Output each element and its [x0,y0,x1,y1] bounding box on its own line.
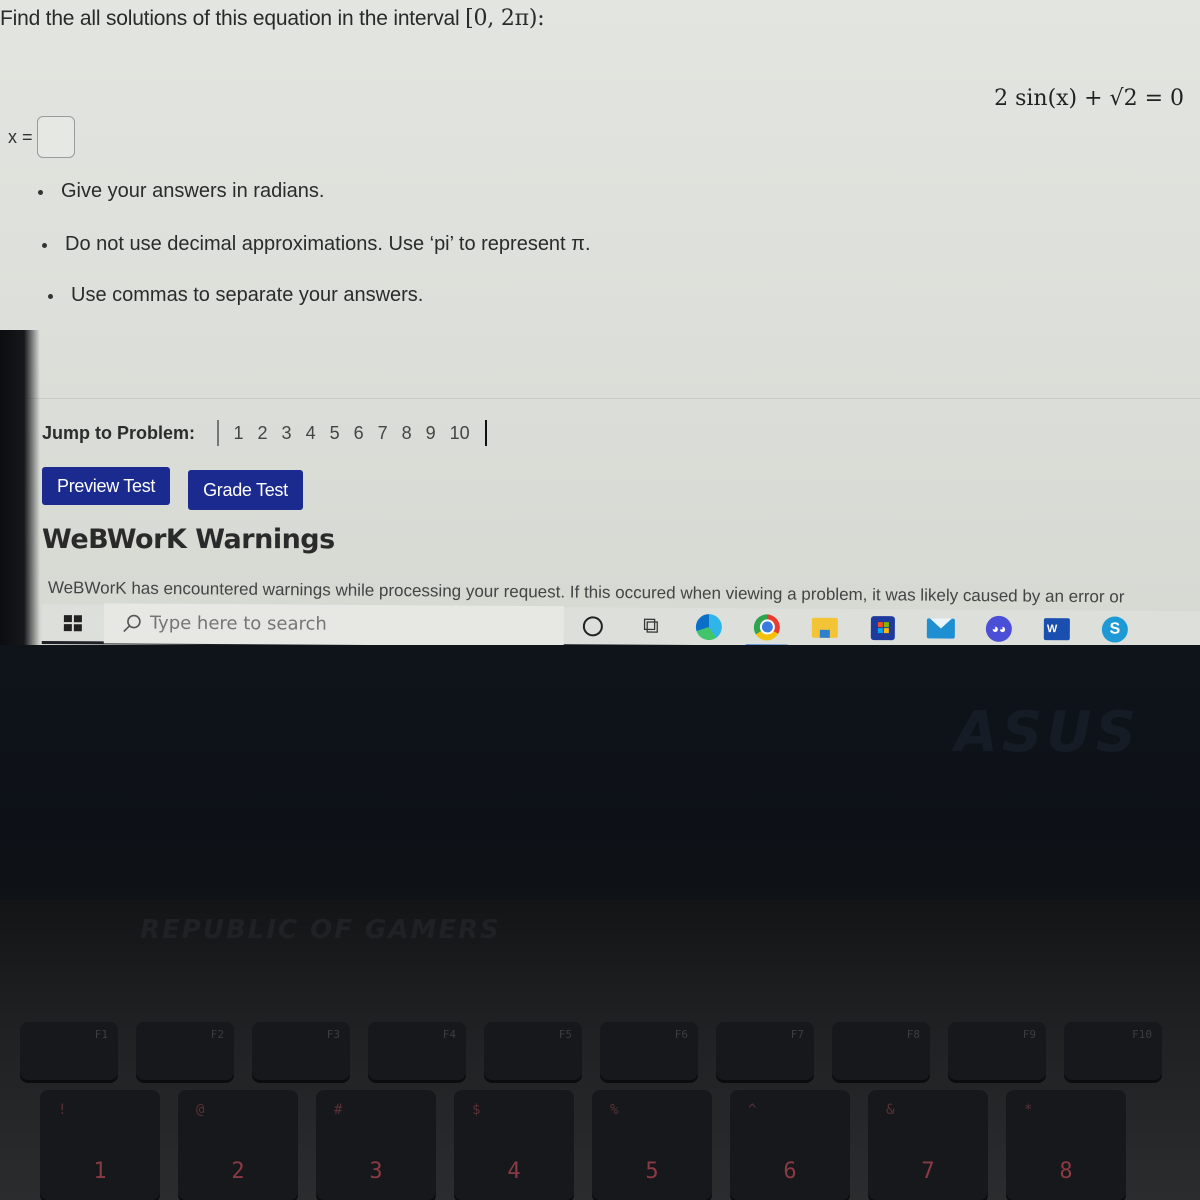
grade-test-button[interactable]: Grade Test [188,470,303,510]
key-f3[interactable]: F3 [252,1022,350,1080]
windows-taskbar: ⧉ ◕◕ W S [41,602,1200,645]
chrome-icon [753,613,780,641]
search-icon [123,614,141,632]
divider [28,398,1200,399]
key-f4[interactable]: F4 [368,1022,466,1080]
problem-link-3[interactable]: 3 [282,423,292,444]
task-view-icon: ⧉ [642,613,659,639]
key-5[interactable]: % 5 [592,1090,712,1200]
hint-list: Give your answers in radians. Do not use… [36,178,591,307]
cortana-icon [582,615,603,636]
problem-link-9[interactable]: 9 [426,423,436,444]
problem-link-8[interactable]: 8 [402,423,412,444]
store-icon [870,615,895,640]
hint-item: Use commas to separate your answers. [46,284,597,307]
taskbar-app-mail[interactable] [912,608,970,645]
task-view-button[interactable]: ⧉ [622,606,680,645]
text-cursor [484,420,487,446]
problem-link-10[interactable]: 10 [450,423,470,444]
taskbar-app-discord[interactable]: ◕◕ [970,608,1028,645]
answer-row: x = [8,116,75,158]
key-f5[interactable]: F5 [484,1022,582,1080]
jump-to-problem-nav: Jump to Problem: 1 2 3 4 5 6 7 8 9 10 [42,420,495,446]
cortana-button[interactable] [564,606,622,645]
brand-logo: ASUS [954,700,1140,765]
screen-bezel-edge [0,330,40,645]
start-button[interactable] [42,603,104,643]
answer-input[interactable] [36,116,75,158]
windows-logo-icon [63,614,82,631]
key-7[interactable]: & 7 [868,1090,988,1200]
taskbar-app-word[interactable]: W [1028,609,1086,645]
key-f6[interactable]: F6 [600,1022,698,1080]
key-f1[interactable]: F1 [20,1022,118,1080]
problem-link-5[interactable]: 5 [330,423,340,444]
key-8[interactable]: * 8 [1006,1090,1126,1200]
key-f2[interactable]: F2 [136,1022,234,1080]
taskbar-app-store[interactable] [854,607,912,645]
problem-link-7[interactable]: 7 [378,423,388,444]
function-key-row: F1 F2 F3 F4 F5 F6 F7 F8 F9 F10 [20,1022,1180,1080]
key-1[interactable]: ! 1 [40,1090,160,1200]
problem-link-6[interactable]: 6 [354,423,364,444]
warnings-heading: WeBWorK Warnings [42,524,335,555]
problem-prompt: Find the all solutions of this equation … [0,7,460,30]
taskbar-app-chrome[interactable] [738,607,796,645]
taskbar-search[interactable] [103,602,564,645]
test-actions: Preview Test Grade Test [42,467,321,510]
key-3[interactable]: #3 [316,1090,436,1200]
taskbar-app-skype[interactable]: S [1086,609,1144,645]
key-f8[interactable]: F8 [832,1022,930,1080]
number-key-row: ! 1 @2 #3 $4 % 5 ^ 6 & 7 * 8 [40,1090,1144,1200]
key-f7[interactable]: F7 [716,1022,814,1080]
problem-link-1[interactable]: 1 [234,423,244,444]
jump-label: Jump to Problem: [42,422,196,443]
taskbar-app-edge[interactable] [680,606,738,645]
mail-icon [926,617,955,639]
hint-item: Do not use decimal approximations. Use ‘… [40,233,591,256]
problem-interval: [0, 2π): [465,6,545,31]
key-f9[interactable]: F9 [948,1022,1046,1080]
discord-icon: ◕◕ [985,615,1012,642]
problem-link-2[interactable]: 2 [258,423,268,444]
rog-tagline: REPUBLIC OF GAMERS [140,915,501,945]
key-2[interactable]: @2 [178,1090,298,1200]
taskbar-search-input[interactable] [149,612,510,636]
laptop-screen: Find the all solutions of this equation … [0,0,1200,645]
word-icon: W [1043,617,1070,640]
edge-icon [695,613,722,640]
equation: 2 sin(x) + √2 = 0 [994,86,1184,111]
preview-test-button[interactable]: Preview Test [42,467,171,505]
answer-label: x = [8,126,33,147]
problem-link-4[interactable]: 4 [306,423,316,444]
hint-item: Give your answers in radians. [36,180,587,203]
nav-separator [217,420,219,446]
key-4[interactable]: $4 [454,1090,574,1200]
folder-icon [811,617,838,638]
skype-icon: S [1101,615,1128,643]
key-6[interactable]: ^ 6 [730,1090,850,1200]
problem-statement: Find the all solutions of this equation … [0,6,545,31]
taskbar-app-file-explorer[interactable] [796,607,854,645]
key-f10[interactable]: F10 [1064,1022,1162,1080]
